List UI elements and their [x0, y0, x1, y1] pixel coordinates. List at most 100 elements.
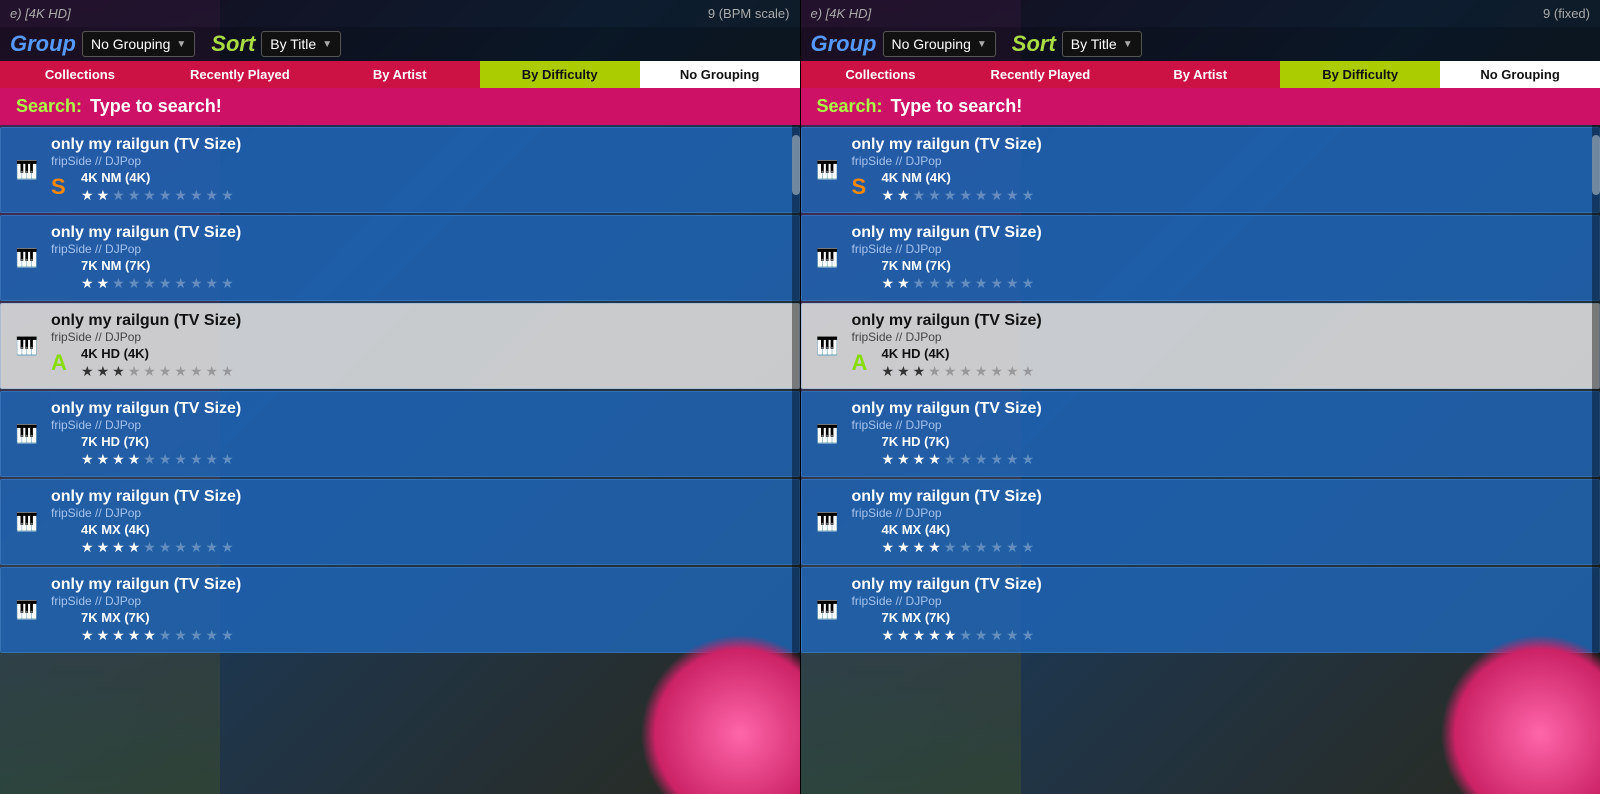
- star-2: ★: [112, 451, 125, 468]
- star-3: ★: [928, 539, 941, 556]
- tab-nogrouping[interactable]: No Grouping: [640, 61, 800, 88]
- song-item[interactable]: 🎹 only my railgun (TV Size) fripSide // …: [0, 567, 800, 653]
- sort-label: Sort: [1012, 31, 1056, 57]
- song-info: only my railgun (TV Size) fripSide // DJ…: [852, 312, 1588, 380]
- star-1: ★: [897, 275, 910, 292]
- song-item[interactable]: 🎹 only my railgun (TV Size) fripSide // …: [0, 127, 800, 213]
- song-stars: ★★★★★★★★★★: [882, 451, 1588, 468]
- song-artist: fripSide // DJPop: [51, 330, 787, 344]
- diff-badge: A: [852, 350, 876, 376]
- scrollbar[interactable]: [1592, 125, 1600, 794]
- star-6: ★: [174, 451, 187, 468]
- tab-difficulty[interactable]: By Difficulty: [1280, 61, 1440, 88]
- star-6: ★: [174, 363, 187, 380]
- search-placeholder: Type to search!: [891, 96, 1023, 117]
- sort-value: By Title: [270, 36, 316, 52]
- star-0: ★: [81, 627, 94, 644]
- star-3: ★: [928, 187, 941, 204]
- song-stars: ★★★★★★★★★★: [882, 187, 1588, 204]
- star-1: ★: [897, 451, 910, 468]
- sort-value: By Title: [1071, 36, 1117, 52]
- star-9: ★: [221, 627, 234, 644]
- song-diff-label: 7K HD (7K): [81, 434, 787, 449]
- tab-difficulty[interactable]: By Difficulty: [480, 61, 640, 88]
- diff-badge: S: [51, 174, 75, 200]
- star-2: ★: [112, 187, 125, 204]
- song-stars: ★★★★★★★★★★: [81, 627, 787, 644]
- star-9: ★: [221, 275, 234, 292]
- song-icon: 🎹: [814, 244, 842, 272]
- tab-collections[interactable]: Collections: [0, 61, 160, 88]
- song-item[interactable]: 🎹 only my railgun (TV Size) fripSide // …: [801, 391, 1600, 477]
- song-diff-row: A 4K HD (4K) ★★★★★★★★★★: [51, 346, 787, 380]
- star-4: ★: [944, 539, 957, 556]
- diff-badge: S: [852, 174, 876, 200]
- dropdown-arrow-sort: ▼: [1123, 39, 1133, 50]
- star-5: ★: [159, 627, 172, 644]
- song-diff-info: 7K MX (7K) ★★★★★★★★★★: [882, 610, 1588, 644]
- star-6: ★: [174, 187, 187, 204]
- tab-recently[interactable]: Recently Played: [160, 61, 320, 88]
- star-3: ★: [128, 187, 141, 204]
- search-bar[interactable]: Search: Type to search!: [801, 88, 1600, 125]
- star-5: ★: [959, 451, 972, 468]
- star-2: ★: [913, 451, 926, 468]
- star-4: ★: [143, 539, 156, 556]
- star-9: ★: [1022, 363, 1035, 380]
- scrollbar[interactable]: [792, 125, 800, 794]
- star-4: ★: [944, 275, 957, 292]
- song-diff-info: 7K MX (7K) ★★★★★★★★★★: [81, 610, 787, 644]
- song-stars: ★★★★★★★★★★: [882, 627, 1588, 644]
- song-artist: fripSide // DJPop: [852, 594, 1588, 608]
- star-3: ★: [128, 363, 141, 380]
- song-diff-info: 7K HD (7K) ★★★★★★★★★★: [81, 434, 787, 468]
- tab-collections[interactable]: Collections: [801, 61, 961, 88]
- tab-artist[interactable]: By Artist: [320, 61, 480, 88]
- song-item[interactable]: 🎹 only my railgun (TV Size) fripSide // …: [0, 391, 800, 477]
- star-8: ★: [1006, 539, 1019, 556]
- song-artist: fripSide // DJPop: [51, 242, 787, 256]
- scrollbar-thumb: [1592, 135, 1600, 195]
- sort-dropdown[interactable]: By Title ▼: [1062, 31, 1142, 57]
- tab-bar: CollectionsRecently PlayedBy ArtistBy Di…: [0, 61, 800, 88]
- tab-nogrouping[interactable]: No Grouping: [1440, 61, 1600, 88]
- search-bar[interactable]: Search: Type to search!: [0, 88, 800, 125]
- song-item[interactable]: 🎹 only my railgun (TV Size) fripSide // …: [801, 567, 1600, 653]
- song-artist: fripSide // DJPop: [852, 506, 1588, 520]
- scrollbar-thumb: [792, 135, 800, 195]
- group-value: No Grouping: [91, 36, 170, 52]
- song-item[interactable]: 🎹 only my railgun (TV Size) fripSide // …: [0, 479, 800, 565]
- song-item[interactable]: 🎹 only my railgun (TV Size) fripSide // …: [801, 479, 1600, 565]
- star-5: ★: [159, 451, 172, 468]
- group-dropdown[interactable]: No Grouping ▼: [82, 31, 195, 57]
- song-diff-row: S 4K NM (4K) ★★★★★★★★★★: [852, 170, 1588, 204]
- song-item[interactable]: 🎹 only my railgun (TV Size) fripSide // …: [801, 215, 1600, 301]
- star-3: ★: [928, 363, 941, 380]
- song-icon: 🎹: [814, 508, 842, 536]
- song-icon: 🎹: [814, 332, 842, 360]
- search-label: Search:: [16, 96, 82, 117]
- star-0: ★: [882, 187, 895, 204]
- sort-dropdown[interactable]: By Title ▼: [261, 31, 341, 57]
- tab-recently[interactable]: Recently Played: [960, 61, 1120, 88]
- group-label: Group: [811, 31, 877, 57]
- song-item[interactable]: 🎹 only my railgun (TV Size) fripSide // …: [801, 127, 1600, 213]
- song-artist: fripSide // DJPop: [852, 242, 1588, 256]
- subtitle-label: e) [4K HD]: [811, 6, 872, 21]
- tab-artist[interactable]: By Artist: [1120, 61, 1280, 88]
- group-dropdown[interactable]: No Grouping ▼: [883, 31, 996, 57]
- song-info: only my railgun (TV Size) fripSide // DJ…: [51, 576, 787, 644]
- song-item[interactable]: 🎹 only my railgun (TV Size) fripSide // …: [0, 215, 800, 301]
- song-icon: 🎹: [814, 156, 842, 184]
- song-diff-label: 4K MX (4K): [882, 522, 1588, 537]
- song-icon: 🎹: [13, 244, 41, 272]
- song-title: only my railgun (TV Size): [51, 488, 787, 506]
- star-5: ★: [959, 539, 972, 556]
- song-item[interactable]: 🎹 only my railgun (TV Size) fripSide // …: [0, 303, 800, 389]
- song-item[interactable]: 🎹 only my railgun (TV Size) fripSide // …: [801, 303, 1600, 389]
- song-diff-label: 7K NM (7K): [81, 258, 787, 273]
- star-3: ★: [128, 539, 141, 556]
- star-8: ★: [1006, 187, 1019, 204]
- star-5: ★: [159, 275, 172, 292]
- song-artist: fripSide // DJPop: [51, 506, 787, 520]
